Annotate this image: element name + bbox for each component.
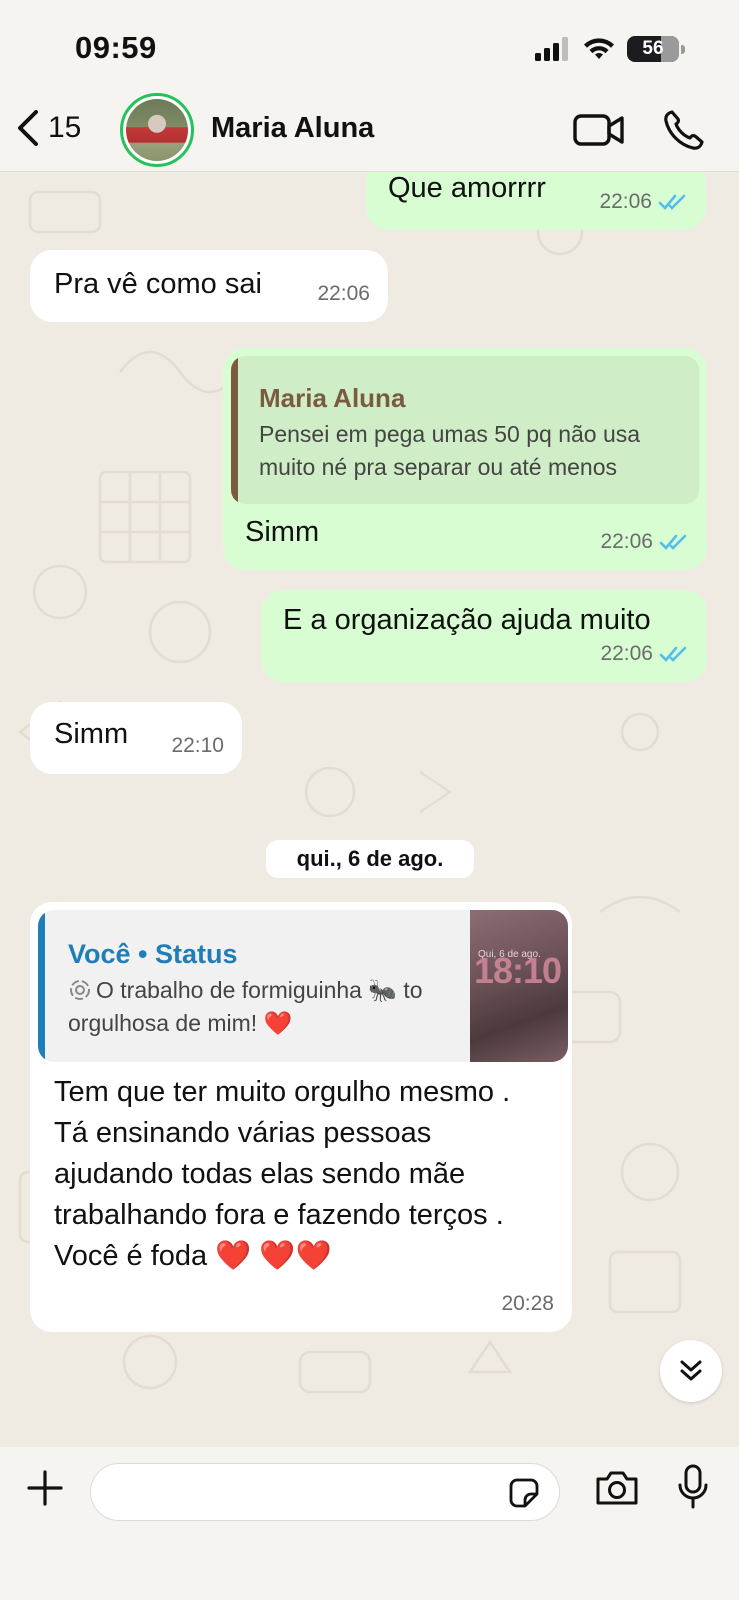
message-text: Simm [245, 516, 320, 548]
message-time: 22:06 [600, 642, 653, 665]
status-ring-icon [70, 980, 90, 1000]
status-thumbnail[interactable]: Qui, 6 de ago. 18:10 [470, 910, 568, 1062]
message-meta: 22:06 [599, 181, 688, 222]
chevron-left-icon [18, 110, 38, 146]
voice-call-button[interactable] [662, 108, 706, 157]
message-composer [0, 1447, 739, 1600]
contact-name[interactable]: Maria Aluna [211, 112, 374, 145]
message-meta: 22:06 [600, 521, 689, 562]
battery-level: 56 [642, 38, 664, 59]
message-time: 22:06 [600, 530, 653, 553]
message-meta: 20:28 [501, 1283, 554, 1324]
read-ticks-icon [658, 194, 686, 210]
status-icons: 56 [535, 34, 685, 64]
double-chevron-down-icon [680, 1360, 702, 1381]
status-quote[interactable]: Você • Status O trabalho de formiguinha … [38, 910, 568, 1062]
attach-button[interactable] [26, 1469, 64, 1512]
status-quote-caption: O trabalho de formiguinha 🐜 to orgulhosa… [68, 977, 423, 1036]
scroll-to-bottom-button[interactable] [660, 1340, 722, 1402]
quote-bar [38, 910, 45, 1062]
sticker-button[interactable] [507, 1476, 541, 1515]
quoted-author: Maria Aluna [259, 383, 406, 413]
message-bubble-outgoing[interactable]: Maria Aluna Pensei em pega umas 50 pq nã… [223, 348, 707, 570]
signal-icon [535, 37, 568, 61]
message-input-wrapper[interactable] [90, 1463, 560, 1521]
message-time: 22:06 [599, 190, 652, 213]
voice-message-button[interactable] [676, 1463, 710, 1516]
camera-button[interactable] [594, 1469, 640, 1512]
status-quote-text: O trabalho de formiguinha 🐜 to orgulhosa… [68, 974, 448, 1040]
message-text: Tem que ter muito orgulho mesmo . Tá ens… [54, 1076, 511, 1272]
quoted-text: Pensei em pega umas 50 pq não usa muito … [259, 421, 641, 480]
read-ticks-icon [659, 646, 687, 662]
avatar[interactable] [120, 93, 194, 167]
quoted-message[interactable]: Maria Aluna Pensei em pega umas 50 pq nã… [231, 356, 699, 504]
message-bubble-outgoing[interactable]: Que amorrrr 22:06 [366, 172, 706, 230]
camera-icon [596, 1471, 638, 1505]
status-bar: 09:59 56 [0, 0, 739, 90]
message-time: 22:10 [171, 734, 224, 757]
sticker-icon [509, 1478, 539, 1508]
message-bubble-incoming-status-reply[interactable]: Você • Status O trabalho de formiguinha … [30, 902, 572, 1332]
message-text: E a organização ajuda muito [283, 604, 651, 636]
battery-icon: 56 [627, 36, 685, 62]
video-call-button[interactable] [573, 110, 625, 155]
message-bubble-incoming[interactable]: Simm 22:10 [30, 702, 242, 774]
plus-icon [27, 1470, 63, 1506]
status-thumbnail-time: 18:10 [474, 950, 562, 991]
clock: 09:59 [75, 30, 157, 65]
message-meta: 22:06 [317, 273, 370, 314]
message-input[interactable] [111, 1474, 471, 1510]
unread-count: 15 [48, 111, 82, 144]
message-meta: 22:06 [600, 633, 689, 674]
message-time: 20:28 [501, 1292, 554, 1315]
date-separator: qui., 6 de ago. [266, 840, 474, 878]
message-meta: 22:10 [171, 725, 224, 766]
back-button[interactable]: 15 [14, 108, 81, 148]
message-time: 22:06 [317, 282, 370, 305]
avatar-photo [126, 99, 188, 161]
message-text: Simm [54, 718, 129, 750]
message-bubble-outgoing[interactable]: E a organização ajuda muito 22:06 [261, 590, 707, 682]
message-text: Pra vê como sai [54, 268, 262, 300]
microphone-icon [678, 1464, 708, 1509]
read-ticks-icon [659, 534, 687, 550]
message-bubble-incoming[interactable]: Pra vê como sai 22:06 [30, 250, 388, 322]
chat-header: 15 Maria Aluna [0, 90, 739, 172]
video-camera-icon [573, 114, 624, 146]
wifi-icon [584, 38, 614, 59]
chat-area[interactable]: Que amorrrr 22:06 Pra vê como sai 22:06 … [0, 172, 739, 1447]
message-text: Que amorrrr [388, 172, 546, 204]
status-quote-title: Você • Status [68, 939, 238, 969]
phone-icon [664, 110, 704, 150]
quote-bar [231, 356, 238, 504]
